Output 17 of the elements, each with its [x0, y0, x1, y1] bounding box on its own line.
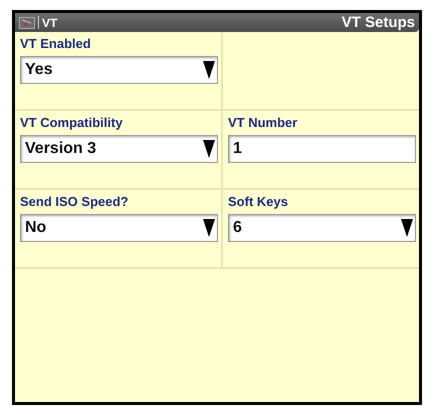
- dropdown-arrow-icon: [401, 218, 413, 238]
- screen-icon: [19, 16, 35, 28]
- dropdown-field[interactable]: No: [20, 214, 218, 242]
- app-name: VT: [42, 16, 58, 30]
- field-label: VT Number: [228, 115, 298, 130]
- dropdown-arrow-icon: [203, 60, 215, 80]
- field-label: VT Enabled: [20, 36, 91, 51]
- input-field[interactable]: 1: [228, 135, 416, 163]
- dropdown-arrow-icon: [203, 139, 215, 159]
- dropdown-field[interactable]: Yes: [20, 56, 218, 84]
- dropdown-field[interactable]: 6: [228, 214, 416, 242]
- dropdown-field[interactable]: Version 3: [20, 135, 218, 163]
- field-label: Soft Keys: [228, 194, 288, 209]
- window-title: VT Setups: [342, 14, 415, 31]
- field-label: Send ISO Speed?: [20, 194, 128, 209]
- dropdown-arrow-icon: [203, 218, 215, 238]
- field-label: VT Compatibility: [20, 115, 123, 130]
